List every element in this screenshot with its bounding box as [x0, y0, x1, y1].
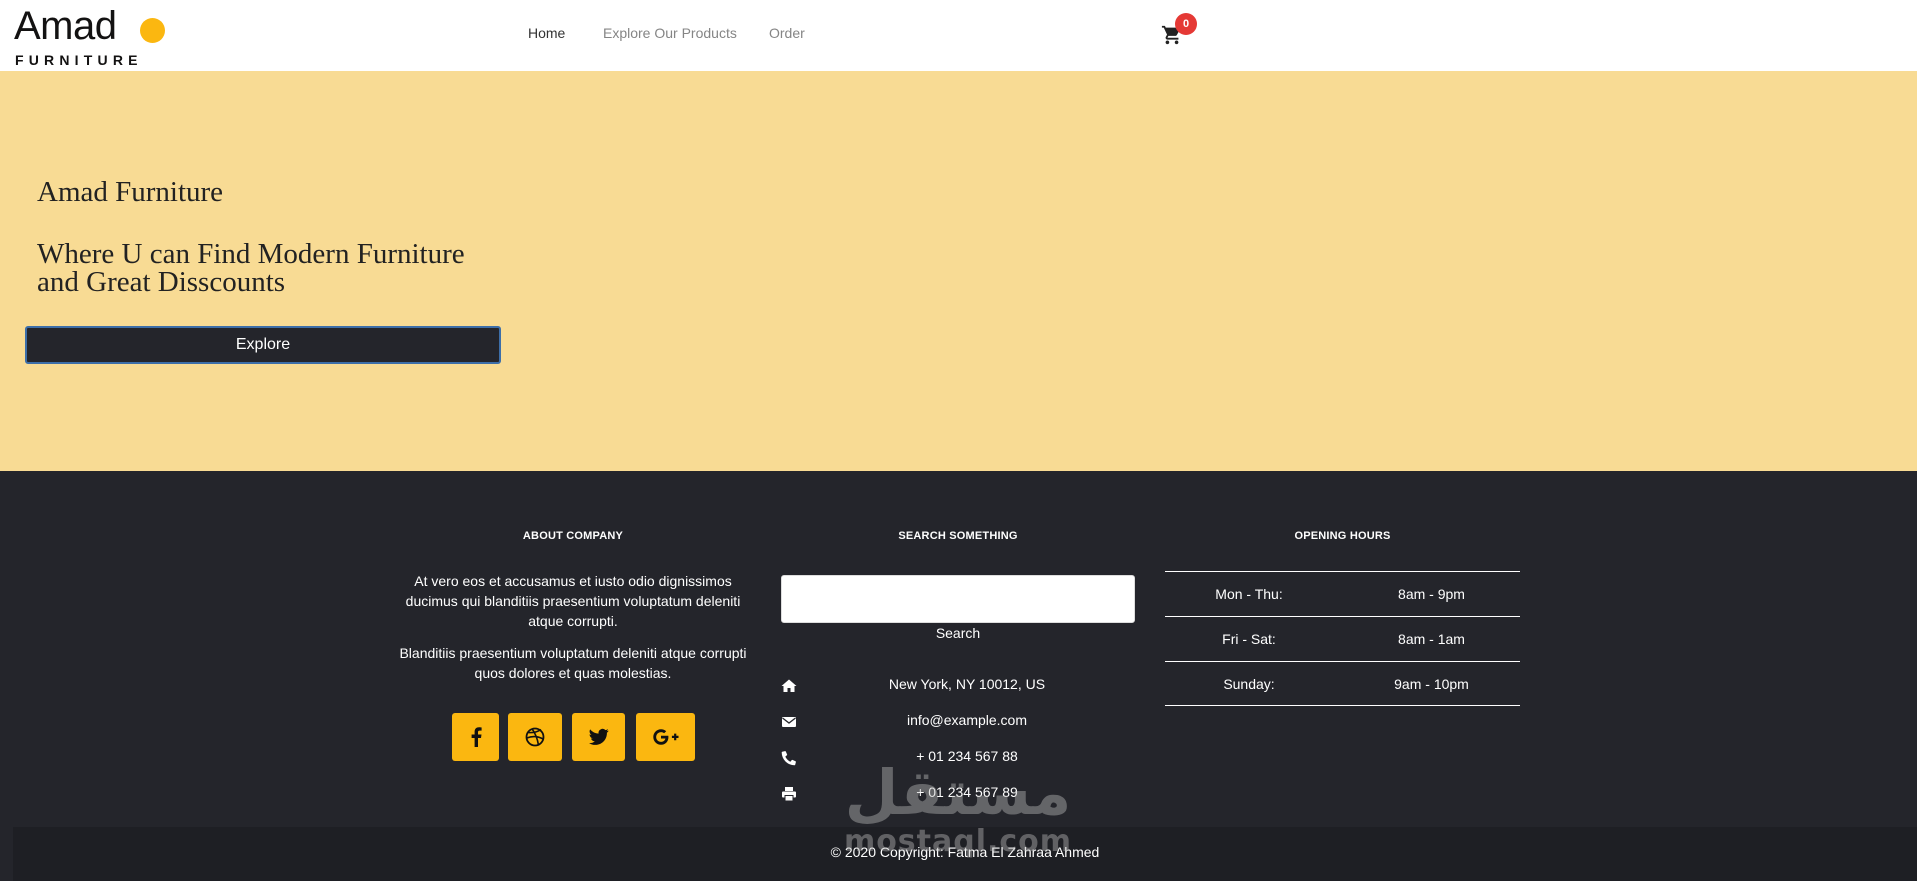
hours-time: 9am - 10pm: [1394, 676, 1469, 692]
contact-address-text: New York, NY 10012, US: [888, 676, 1046, 692]
about-company-title: ABOUT COMPANY: [522, 530, 624, 542]
hours-row: Sunday: 9am - 10pm: [1165, 661, 1520, 706]
amado-logo[interactable]: Amad FURNITURE: [14, 4, 165, 68]
contact-email-text[interactable]: info@example.com: [799, 712, 1135, 728]
contact-phone-text: + 01 234 567 88: [916, 748, 1018, 764]
dribbble-icon: [525, 727, 545, 747]
logo-dot: [140, 18, 165, 43]
hero-tagline: Where U can Find Modern Furniture and Gr…: [37, 238, 465, 298]
site-footer: ABOUT COMPANY At vero eos et accusamus e…: [0, 471, 1917, 881]
copyright-text: © 2020 Copyright: Fatma El Zahraa Ahmed: [830, 844, 1100, 860]
search-title: SEARCH SOMETHING: [898, 530, 1018, 542]
twitter-button[interactable]: [572, 713, 625, 761]
hours-row: Mon - Thu: 8am - 9pm: [1165, 571, 1520, 616]
nav-explore-products[interactable]: Explore Our Products: [603, 25, 737, 41]
hero-title: Amad Furniture: [37, 176, 224, 208]
hours-day: Sunday:: [1223, 676, 1275, 692]
about-paragraph-1: At vero eos et accusamus et iusto odio d…: [405, 573, 741, 629]
logo-word: Amad: [14, 4, 117, 48]
site-header: Amad FURNITURE Home Explore Our Products…: [0, 0, 1917, 71]
opening-hours-title: OPENING HOURS: [1294, 530, 1391, 542]
hours-time: 8am - 9pm: [1398, 586, 1465, 602]
twitter-icon: [588, 728, 609, 745]
contact-address: New York, NY 10012, US: [781, 674, 1135, 698]
phone-icon: [781, 751, 796, 766]
envelope-icon: [782, 717, 796, 727]
search-button[interactable]: Search: [781, 623, 1135, 643]
hours-row: Fri - Sat: 8am - 1am: [1165, 616, 1520, 661]
contact-fax: + 01 234 567 89: [781, 782, 1135, 806]
hours-time: 8am - 1am: [1398, 631, 1465, 647]
hours-day: Fri - Sat:: [1222, 631, 1276, 647]
copyright-bar: © 2020 Copyright: Fatma El Zahraa Ahmed: [13, 827, 1917, 881]
hero-section: Amad Furniture Where U can Find Modern F…: [0, 71, 1917, 471]
nav-order[interactable]: Order: [769, 25, 805, 41]
facebook-button[interactable]: [452, 713, 499, 761]
search-input[interactable]: [781, 575, 1135, 623]
dribbble-button[interactable]: [508, 713, 562, 761]
contact-email: info@example.com: [781, 710, 1135, 734]
facebook-icon: [471, 727, 482, 747]
cart-count-badge: 0: [1175, 13, 1197, 35]
opening-hours-table: Mon - Thu: 8am - 9pm Fri - Sat: 8am - 1a…: [1165, 571, 1520, 706]
hours-day: Mon - Thu:: [1215, 586, 1283, 602]
about-paragraph-2: Blanditiis praesentium voluptatum deleni…: [399, 645, 747, 681]
print-icon: [782, 787, 796, 802]
contact-fax-text: + 01 234 567 89: [916, 784, 1018, 800]
logo-subtitle: FURNITURE: [15, 52, 143, 68]
contact-phone: + 01 234 567 88: [781, 746, 1135, 770]
home-icon: [781, 679, 797, 692]
google-plus-button[interactable]: [636, 713, 695, 761]
google-plus-icon: [652, 729, 678, 745]
nav-home[interactable]: Home: [528, 25, 565, 41]
explore-button[interactable]: Explore: [25, 326, 501, 364]
